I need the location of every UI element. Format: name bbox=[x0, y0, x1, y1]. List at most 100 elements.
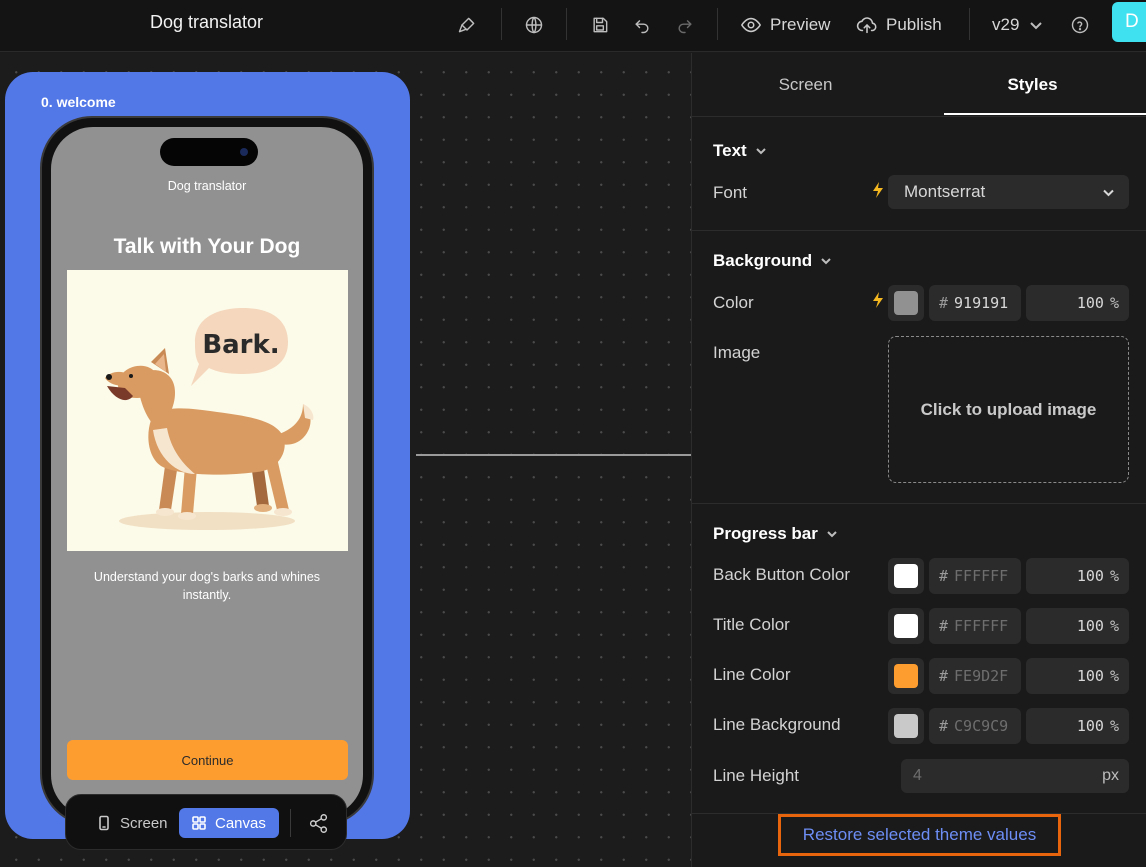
line-height-label: Line Height bbox=[713, 766, 800, 785]
line-height-input[interactable]: 4 px bbox=[901, 759, 1129, 793]
hash-sign: # bbox=[939, 294, 949, 312]
progress-section-header[interactable]: Progress bar bbox=[713, 524, 838, 544]
font-value: Montserrat bbox=[904, 182, 986, 201]
background-section-title: Background bbox=[713, 251, 813, 270]
redo-icon[interactable] bbox=[670, 10, 700, 40]
app-title: Dog translator bbox=[150, 12, 264, 32]
line-color-hex-input[interactable]: # FE9D2F bbox=[929, 658, 1021, 694]
back-button-color-opacity-input[interactable]: 100% bbox=[1026, 558, 1129, 594]
save-icon[interactable] bbox=[585, 10, 615, 40]
toolbar-divider bbox=[717, 8, 718, 40]
tab-screen[interactable]: Screen bbox=[692, 53, 919, 117]
line-background-hex-input[interactable]: # C9C9C9 bbox=[929, 708, 1021, 744]
chevron-down-icon bbox=[821, 258, 831, 265]
hash-sign: # bbox=[939, 717, 949, 735]
phone-icon bbox=[99, 815, 109, 831]
avatar[interactable]: D bbox=[1112, 2, 1146, 42]
back-button-color-hex-input[interactable]: # FFFFFF bbox=[929, 558, 1021, 594]
chevron-down-icon bbox=[827, 531, 837, 538]
frame-label: 0. welcome bbox=[41, 94, 116, 110]
screen-header: Dog translator bbox=[167, 179, 247, 193]
share-icon[interactable] bbox=[304, 809, 332, 837]
publish-label: Publish bbox=[886, 15, 942, 34]
percent-sign: % bbox=[1109, 567, 1119, 585]
phone-screen[interactable]: Dog translator Talk with Your Dog Bark. bbox=[51, 127, 363, 817]
bg-opacity-input[interactable]: 100 % bbox=[1026, 285, 1129, 321]
percent-sign: % bbox=[1109, 617, 1119, 635]
percent-sign: % bbox=[1109, 667, 1119, 685]
bg-color-hex-input[interactable]: # 919191 bbox=[929, 285, 1021, 321]
swatch-fill bbox=[894, 664, 918, 688]
screen-title: Talk with Your Dog bbox=[113, 235, 301, 258]
panel-tabs: Screen Styles bbox=[692, 53, 1146, 117]
restore-theme-button[interactable]: Restore selected theme values bbox=[778, 814, 1061, 856]
screen-frame[interactable]: 0. welcome Dog translator Talk with Your… bbox=[5, 72, 410, 839]
line-color-swatch[interactable] bbox=[888, 658, 924, 694]
dog-illustration: Bark. bbox=[67, 270, 348, 551]
top-bar: Dog translator Preview Publish v29 D bbox=[0, 0, 1146, 52]
image-label: Image bbox=[713, 343, 761, 362]
canvas-area[interactable]: 0. welcome Dog translator Talk with Your… bbox=[0, 53, 691, 867]
eye-icon bbox=[741, 17, 761, 33]
line-background-swatch[interactable] bbox=[888, 708, 924, 744]
bg-color-label: Color bbox=[713, 293, 754, 312]
continue-button[interactable]: Continue bbox=[67, 740, 348, 780]
text-section-title: Text bbox=[713, 141, 747, 160]
font-label: Font bbox=[713, 183, 748, 202]
screen-view-button[interactable]: Screen bbox=[80, 808, 176, 838]
swatch-fill bbox=[894, 291, 918, 315]
publish-button[interactable]: Publish bbox=[856, 10, 942, 40]
title-color-opacity: 100 bbox=[1076, 617, 1104, 635]
bubble-text: Bark. bbox=[202, 330, 279, 360]
title-color-opacity-input[interactable]: 100% bbox=[1026, 608, 1129, 644]
properties-panel: Screen Styles Text Font Montserrat Backg… bbox=[691, 53, 1146, 867]
screen-description: Understand your dog's barks and whines i… bbox=[93, 570, 321, 602]
bg-opacity-value: 100 bbox=[1076, 294, 1104, 312]
title-color-label: Title Color bbox=[713, 615, 790, 634]
chevron-down-icon bbox=[1030, 22, 1043, 30]
cloud-upload-icon bbox=[856, 17, 877, 34]
swatch-fill bbox=[894, 564, 918, 588]
upload-label: Click to upload image bbox=[920, 399, 1097, 419]
swatch-fill bbox=[894, 614, 918, 638]
toolbar-divider bbox=[501, 8, 502, 40]
percent-sign: % bbox=[1109, 294, 1119, 312]
preview-button[interactable]: Preview bbox=[740, 10, 830, 40]
help-icon[interactable] bbox=[1065, 10, 1095, 40]
avatar-initial: D bbox=[1125, 11, 1139, 32]
font-select[interactable]: Montserrat bbox=[888, 175, 1129, 209]
hash-sign: # bbox=[939, 617, 949, 635]
title-color-swatch[interactable] bbox=[888, 608, 924, 644]
grid-icon bbox=[192, 816, 206, 830]
line-color-opacity: 100 bbox=[1076, 667, 1104, 685]
back-button-color-swatch[interactable] bbox=[888, 558, 924, 594]
brush-icon[interactable] bbox=[452, 10, 482, 40]
connector-line bbox=[416, 454, 691, 456]
line-background-opacity-input[interactable]: 100% bbox=[1026, 708, 1129, 744]
title-color-hex-input[interactable]: # FFFFFF bbox=[929, 608, 1021, 644]
canvas-view-button[interactable]: Canvas bbox=[179, 808, 279, 838]
line-color-hex: FE9D2F bbox=[954, 667, 1009, 685]
tab-styles[interactable]: Styles bbox=[919, 53, 1146, 117]
chevron-down-icon bbox=[755, 148, 766, 155]
section-divider bbox=[692, 503, 1146, 504]
undo-icon[interactable] bbox=[627, 10, 657, 40]
globe-icon[interactable] bbox=[519, 10, 549, 40]
background-section-header[interactable]: Background bbox=[713, 251, 832, 271]
hash-sign: # bbox=[939, 567, 949, 585]
preview-label: Preview bbox=[770, 15, 831, 34]
text-section-header[interactable]: Text bbox=[713, 141, 767, 161]
toolbar-divider bbox=[566, 8, 567, 40]
version-dropdown[interactable]: v29 bbox=[992, 10, 1043, 40]
view-toggle-bar: Screen Canvas bbox=[65, 794, 347, 850]
line-color-opacity-input[interactable]: 100% bbox=[1026, 658, 1129, 694]
line-background-label: Line Background bbox=[713, 715, 841, 734]
chevron-down-icon bbox=[1103, 189, 1114, 197]
image-upload-area[interactable]: Click to upload image bbox=[888, 336, 1129, 483]
back-button-color-label: Back Button Color bbox=[713, 565, 851, 584]
version-label: v29 bbox=[992, 15, 1020, 34]
bg-color-swatch[interactable] bbox=[888, 285, 924, 321]
section-divider bbox=[692, 230, 1146, 231]
line-background-opacity: 100 bbox=[1076, 717, 1104, 735]
lightning-icon bbox=[873, 292, 883, 308]
